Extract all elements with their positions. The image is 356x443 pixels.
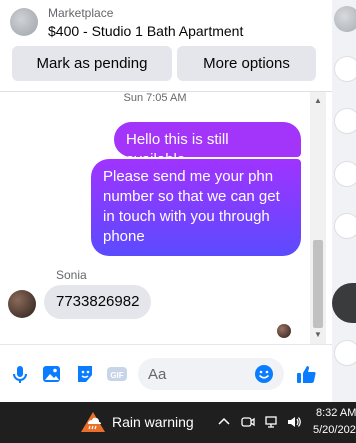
volume-icon[interactable] (286, 414, 302, 430)
windows-taskbar: Rain warning 8:32 AM 5/20/202 (0, 402, 356, 443)
chat-head-avatar[interactable] (334, 108, 356, 134)
chat-head-avatar[interactable] (334, 161, 356, 187)
clock-time[interactable]: 8:32 AM (316, 407, 356, 419)
outgoing-message[interactable]: Hello this is still available (114, 122, 301, 168)
chevron-up-icon[interactable] (216, 414, 232, 430)
sender-name: Sonia (56, 268, 87, 282)
scroll-down-arrow-icon[interactable]: ▼ (310, 328, 326, 342)
emoji-icon[interactable] (253, 363, 275, 385)
gif-icon[interactable]: GIF (106, 363, 128, 385)
scrollbar-thumb[interactable] (313, 240, 323, 328)
message-timestamp: Sun 7:05 AM (123, 92, 187, 104)
listing-title[interactable]: $400 - Studio 1 Bath Apartment (48, 23, 243, 39)
chat-header: Marketplace $400 - Studio 1 Bath Apartme… (0, 0, 332, 92)
listing-thumbnail[interactable] (10, 8, 38, 36)
weather-warning-icon[interactable] (80, 410, 106, 434)
network-icon[interactable] (263, 414, 279, 430)
chat-head-avatar[interactable] (334, 6, 356, 32)
message-composer: GIF (0, 344, 332, 402)
microphone-icon[interactable] (9, 363, 31, 385)
chat-head-avatar[interactable] (332, 283, 356, 323)
chat-head-avatar[interactable] (334, 213, 356, 239)
listing-category: Marketplace (48, 6, 114, 20)
mark-as-pending-button[interactable]: Mark as pending (12, 46, 172, 81)
weather-label[interactable]: Rain warning (112, 414, 194, 430)
scroll-up-arrow-icon[interactable]: ▲ (310, 94, 326, 108)
incoming-message[interactable]: 7733826982 (44, 285, 152, 319)
more-options-button[interactable]: More options (177, 46, 316, 81)
thumbs-up-icon[interactable] (295, 363, 317, 385)
chat-head-avatar[interactable] (334, 56, 356, 82)
gif-label: GIF (110, 371, 123, 380)
meet-now-icon[interactable] (240, 414, 256, 430)
photo-icon[interactable] (41, 363, 63, 385)
seen-indicator-avatar (277, 324, 291, 338)
message-thread: Sun 7:05 AM Hello this is still availabl… (0, 92, 326, 344)
chat-head-avatar[interactable] (334, 340, 356, 366)
sticker-icon[interactable] (74, 363, 96, 385)
message-scrollbar[interactable]: ▲ ▼ (310, 92, 326, 344)
sender-avatar[interactable] (8, 290, 36, 318)
clock-date[interactable]: 5/20/202 (313, 424, 356, 436)
outgoing-message[interactable]: Please send me your phn number so that w… (91, 159, 301, 256)
chat-heads-strip (332, 0, 356, 402)
